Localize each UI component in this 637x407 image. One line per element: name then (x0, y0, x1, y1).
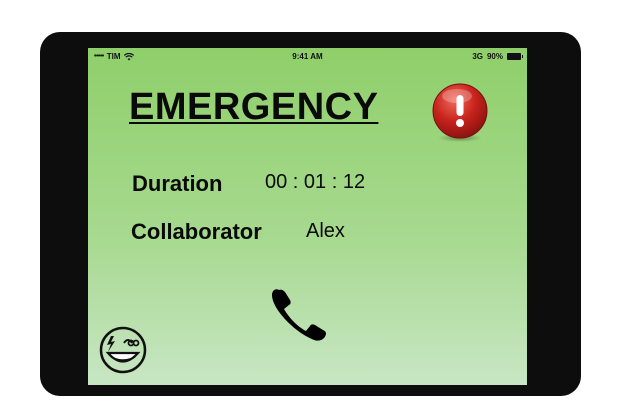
exclamation-alert-icon[interactable] (430, 83, 490, 143)
status-bar-right: 3G 90% (472, 52, 523, 61)
duration-label: Duration (132, 171, 223, 196)
battery-icon (507, 53, 523, 60)
duration-value: 00 : 01 : 12 (265, 171, 366, 193)
phone-icon[interactable] (270, 287, 328, 343)
status-bar: ••••• TIM 9:41 AM 3G 90% (88, 48, 527, 64)
page-title: EMERGENCY (129, 86, 379, 128)
battery-percent: 90% (486, 52, 503, 61)
status-bar-time: 9:41 AM (292, 52, 323, 61)
collaborator-value: Alex (306, 220, 345, 242)
network-type: 3G (472, 52, 483, 61)
smiley-mascot-icon[interactable] (98, 325, 148, 375)
collaborator-label: Collaborator (131, 219, 262, 244)
emergency-screen: ••••• TIM 9:41 AM 3G 90% EMERGENCY Durat… (88, 48, 527, 385)
